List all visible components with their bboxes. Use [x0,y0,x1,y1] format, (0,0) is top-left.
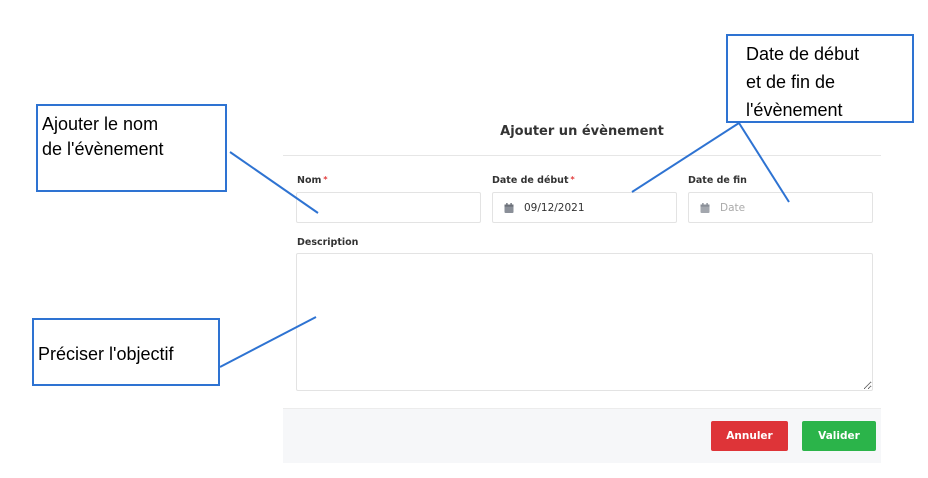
name-label-text: Nom [297,175,322,186]
name-input[interactable] [296,192,481,223]
description-label: Description [297,237,359,248]
end-date-input[interactable]: Date [688,192,873,223]
calendar-icon [504,202,514,213]
end-date-label: Date de fin [688,175,747,186]
objective-callout: Préciser l'objectif [32,318,220,386]
start-date-required-mark: * [570,175,575,184]
end-date-placeholder: Date [720,201,746,214]
dates-callout-line-3: l'évènement [746,100,843,120]
start-date-input[interactable]: 09/12/2021 [492,192,677,223]
modal-footer [283,408,881,463]
description-textarea[interactable] [296,253,873,391]
name-callout-line-2: de l'évènement [42,139,164,159]
dates-callout-line-1: Date de début [746,44,860,64]
name-callout-line-1: Ajouter le nom [42,114,159,134]
start-date-label: Date de début * [492,175,575,186]
modal-title: Ajouter un évènement [500,124,664,139]
start-date-value: 09/12/2021 [524,201,585,214]
validate-button[interactable]: Valider [802,421,876,451]
objective-callout-text: Préciser l'objectif [38,344,174,364]
start-date-label-text: Date de début [492,175,569,186]
modal-divider [283,155,881,156]
name-required-mark: * [323,175,328,184]
calendar-icon [700,202,710,213]
name-label: Nom * [297,175,328,186]
cancel-button[interactable]: Annuler [711,421,788,451]
dates-callout-line-2: et de fin de [746,72,836,92]
dates-callout: Date de début et de fin de l'évènement [726,34,914,123]
name-callout: Ajouter le nom de l'évènement [36,104,227,192]
